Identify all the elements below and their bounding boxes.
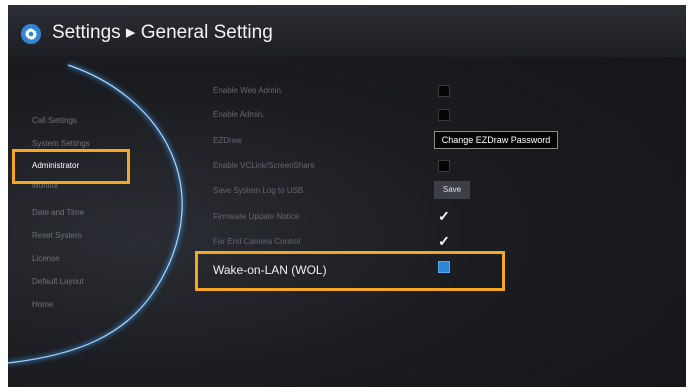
enable-web-admin-label: Enable Web Admin.: [213, 86, 284, 95]
sidebar-item-home[interactable]: Home: [32, 300, 53, 309]
decorative-arc: [8, 63, 185, 365]
save-button[interactable]: Save: [434, 181, 470, 199]
enable-web-admin-checkbox[interactable]: [438, 85, 450, 97]
sidebar-item-call-settings[interactable]: Call Settings: [32, 116, 77, 125]
wol-highlight: [195, 251, 505, 291]
checkmark-icon: ✓: [438, 233, 450, 249]
settings-screen: Settings ▸ General Setting Call Settings…: [8, 5, 686, 387]
enable-admin-checkbox[interactable]: [438, 109, 450, 121]
sidebar-item-date-and-time[interactable]: Date and Time: [32, 208, 84, 217]
enable-vclink-checkbox[interactable]: [438, 160, 450, 172]
ezdraw-label: EZDraw: [213, 136, 242, 145]
sidebar-item-system-settings[interactable]: System Settings: [32, 139, 90, 148]
firmware-update-notice-checkbox[interactable]: ✓: [438, 208, 450, 224]
enable-vclink-label: Enable VCLink/ScreenShare: [213, 161, 315, 170]
page-title: Settings ▸ General Setting: [52, 22, 273, 43]
sidebar-item-reset-system[interactable]: Reset System: [32, 231, 82, 240]
save-system-log-label: Save System Log to USB: [213, 186, 304, 195]
title-bar: Settings ▸ General Setting: [8, 5, 686, 57]
gear-icon: [20, 23, 42, 45]
far-end-camera-control-label: Far End Camera Control: [213, 237, 301, 246]
far-end-camera-control-checkbox[interactable]: ✓: [438, 233, 450, 249]
checkmark-icon: ✓: [438, 208, 450, 224]
administrator-highlight: [12, 149, 130, 184]
change-ezdraw-password-button[interactable]: Change EZDraw Password: [434, 131, 558, 149]
sidebar-item-license[interactable]: License: [32, 254, 60, 263]
firmware-update-notice-label: Firmware Update Notice: [213, 212, 300, 221]
enable-admin-label: Enable Admin.: [213, 110, 265, 119]
sidebar-item-default-layout[interactable]: Default Layout: [32, 277, 84, 286]
